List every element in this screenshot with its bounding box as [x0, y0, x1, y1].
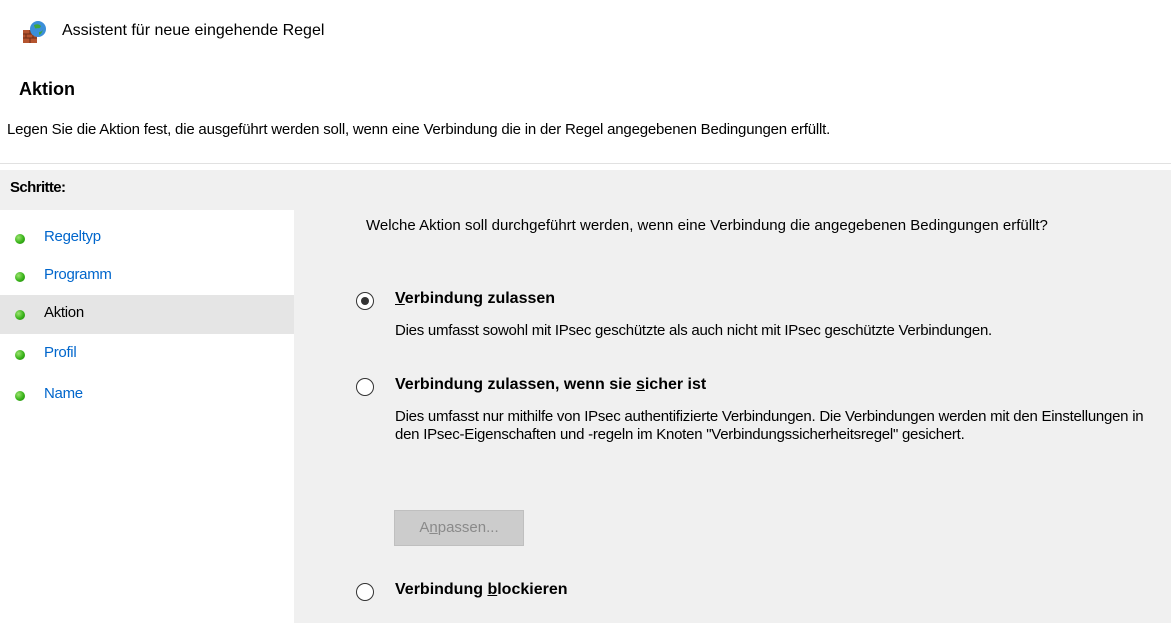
block-connection-radio[interactable]: [356, 583, 374, 601]
sidebar-item-label: Programm: [44, 266, 112, 283]
block-connection-label[interactable]: Verbindung blockieren: [395, 581, 568, 599]
action-question: Welche Aktion soll durchgeführt werden, …: [366, 217, 1048, 234]
sidebar-item-label: Name: [44, 385, 83, 402]
sidebar-item-programm[interactable]: Programm: [0, 257, 294, 296]
allow-secure-connection-description: Dies umfasst nur mithilfe von IPsec auth…: [395, 408, 1144, 443]
step-status-icon: [15, 391, 25, 401]
page-subtitle: Legen Sie die Aktion fest, die ausgeführ…: [7, 121, 831, 138]
step-status-icon: [15, 350, 25, 360]
step-status-icon: [15, 234, 25, 244]
customize-button[interactable]: Anpassen...: [394, 510, 524, 546]
sidebar-item-aktion[interactable]: Aktion: [0, 295, 294, 334]
step-status-icon: [15, 272, 25, 282]
steps-header: Schritte:: [0, 170, 294, 210]
allow-secure-connection-label[interactable]: Verbindung zulassen, wenn sie sicher ist: [395, 376, 706, 394]
page-title: Aktion: [19, 79, 75, 99]
sidebar-separator: [294, 170, 301, 623]
allow-secure-connection-radio[interactable]: [356, 378, 374, 396]
page-header: Aktion Legen Sie die Aktion fest, die au…: [0, 66, 1171, 170]
sidebar-item-regeltyp[interactable]: Regeltyp: [0, 219, 294, 258]
step-status-icon: [15, 310, 25, 320]
steps-sidebar: Schritte: Regeltyp Programm Aktion Profi…: [0, 170, 294, 623]
action-panel: Welche Aktion soll durchgeführt werden, …: [301, 170, 1171, 623]
title-bar: Assistent für neue eingehende Regel: [0, 0, 1171, 66]
window-title: Assistent für neue eingehende Regel: [62, 22, 325, 39]
sidebar-item-label: Aktion: [44, 304, 84, 321]
sidebar-item-name[interactable]: Name: [0, 376, 294, 415]
header-divider: [0, 163, 1171, 164]
allow-connection-label[interactable]: Verbindung zulassen: [395, 290, 555, 308]
sidebar-item-profil[interactable]: Profil: [0, 335, 294, 374]
allow-connection-radio[interactable]: [356, 292, 374, 310]
steps-title: Schritte:: [10, 179, 66, 196]
sidebar-item-label: Regeltyp: [44, 228, 101, 245]
firewall-icon: [23, 21, 46, 43]
sidebar-item-label: Profil: [44, 344, 77, 361]
allow-connection-description: Dies umfasst sowohl mit IPsec geschützte…: [395, 322, 992, 339]
